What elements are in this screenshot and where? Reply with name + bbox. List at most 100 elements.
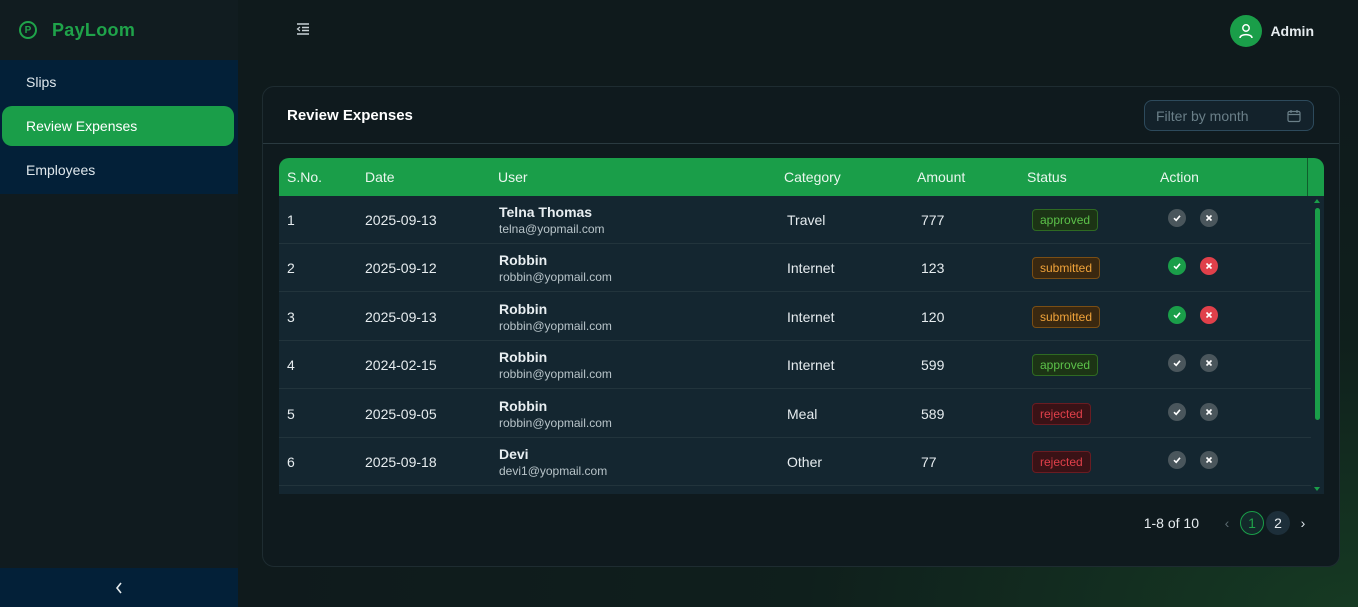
- row-sno: 3: [287, 308, 295, 325]
- row-amount: 599: [921, 357, 945, 374]
- payloom-logo-icon: P: [19, 21, 37, 39]
- row-user-name: Telna Thomas: [499, 204, 593, 220]
- table-row: 1 2025-09-13 Telna Thomas telna@yopmail.com…: [279, 196, 1311, 244]
- row-date: 2025-09-13: [365, 308, 437, 325]
- app-name: PayLoom: [52, 19, 136, 40]
- table-row: 6 2025-09-18 Devi devi1@yopmail.com Other 77 r…: [279, 438, 1311, 486]
- month-filter-input[interactable]: Filter by month: [1144, 100, 1314, 131]
- row-category: Internet: [787, 308, 835, 325]
- table-body: 1 2025-09-13 Telna Thomas telna@yopmail.com…: [279, 196, 1324, 494]
- approve-icon[interactable]: [1168, 305, 1186, 324]
- column-header-date[interactable]: Date: [365, 169, 395, 185]
- table-row: 5 2025-09-05 Robbin robbin@yopmail.com Meal 5…: [279, 390, 1311, 438]
- row-amount: 123: [921, 260, 945, 277]
- expenses-table: S.No. Date User Category Amount Status A…: [279, 158, 1324, 494]
- page-2-button[interactable]: 2: [1266, 511, 1290, 535]
- column-header-amount[interactable]: Amount: [917, 169, 965, 185]
- prev-page-icon[interactable]: ‹: [1215, 515, 1239, 531]
- row-user-name: Robbin: [499, 397, 548, 414]
- user-name: Admin: [1270, 23, 1314, 39]
- column-header-user[interactable]: User: [498, 169, 528, 185]
- column-header-category[interactable]: Category: [784, 169, 841, 185]
- row-user-email: robbin@yopmail.com: [499, 270, 612, 285]
- status-badge: submitted: [1032, 305, 1101, 328]
- row-user-name: Robbin: [499, 349, 548, 366]
- row-actions: [1168, 354, 1218, 373]
- month-filter-placeholder: Filter by month: [1156, 107, 1249, 124]
- sidebar-item-employees[interactable]: Employees: [2, 150, 234, 190]
- row-user-name: Robbin: [499, 300, 548, 317]
- column-header-sno[interactable]: S.No.: [287, 169, 322, 185]
- sidebar-collapse-button[interactable]: [0, 568, 238, 607]
- row-actions: [1168, 209, 1218, 227]
- user-menu[interactable]: Admin: [1230, 15, 1314, 47]
- header-divider: [1307, 158, 1308, 196]
- row-user-email: telna@yopmail.com: [499, 222, 605, 236]
- reject-icon[interactable]: [1200, 257, 1218, 276]
- row-amount: 120: [921, 308, 945, 325]
- approve-icon[interactable]: [1168, 451, 1186, 469]
- table-scrollbar[interactable]: [1311, 196, 1324, 494]
- status-badge: rejected: [1032, 451, 1091, 473]
- row-category: Travel: [787, 212, 826, 228]
- row-sno: 6: [287, 454, 295, 470]
- pagination-range: 1-8 of 10: [1143, 515, 1199, 531]
- sidebar: P PayLoom Slips Review Expenses Employee…: [0, 0, 238, 607]
- row-user-email: robbin@yopmail.com: [499, 415, 612, 430]
- pagination: 1-8 of 10 ‹ 1 2 ›: [1144, 511, 1315, 535]
- row-category: Internet: [787, 260, 835, 277]
- row-user-name: Robbin: [499, 252, 548, 269]
- row-amount: 589: [921, 405, 945, 422]
- menu-toggle-icon[interactable]: [296, 22, 312, 38]
- reject-icon[interactable]: [1200, 354, 1218, 373]
- row-sno: 5: [287, 405, 295, 422]
- approve-icon[interactable]: [1168, 354, 1186, 373]
- scroll-down-icon[interactable]: [1314, 487, 1320, 491]
- row-user-email: devi1@yopmail.com: [499, 464, 608, 478]
- row-actions: [1168, 402, 1218, 421]
- top-header: Admin: [238, 0, 1358, 62]
- table-row: 4 2024-02-15 Robbin robbin@yopmail.com Inter…: [279, 341, 1311, 390]
- row-sno: 4: [287, 357, 295, 374]
- app-logo[interactable]: P PayLoom: [0, 0, 238, 60]
- approve-icon[interactable]: [1168, 257, 1186, 276]
- row-amount: 777: [921, 212, 945, 228]
- page-title: Review Expenses: [287, 107, 413, 124]
- status-badge: submitted: [1032, 257, 1101, 280]
- reject-icon[interactable]: [1200, 209, 1218, 227]
- table-row: 2 2025-09-12 Robbin robbin@yopmail.com Inter…: [279, 244, 1311, 293]
- reject-icon[interactable]: [1200, 402, 1218, 421]
- column-header-status[interactable]: Status: [1027, 169, 1067, 185]
- row-amount: 77: [921, 454, 937, 470]
- row-category: Meal: [787, 405, 818, 422]
- scrollbar-thumb[interactable]: [1315, 208, 1320, 420]
- row-date: 2025-09-13: [365, 212, 437, 228]
- reject-icon[interactable]: [1200, 451, 1218, 469]
- approve-icon[interactable]: [1168, 209, 1186, 227]
- status-badge: approved: [1032, 354, 1099, 377]
- table-row: 3 2025-09-13 Robbin robbin@yopmail.com Inter…: [279, 293, 1311, 341]
- row-date: 2025-09-18: [365, 454, 437, 470]
- review-expenses-card: Review Expenses Filter by month S.No. Da…: [262, 86, 1340, 567]
- row-actions: [1168, 257, 1218, 276]
- status-badge: approved: [1032, 209, 1099, 231]
- row-sno: 1: [287, 212, 295, 228]
- approve-icon[interactable]: [1168, 402, 1186, 421]
- row-category: Internet: [787, 357, 835, 374]
- sidebar-menu: Slips Review Expenses Employees: [0, 60, 238, 194]
- status-badge: rejected: [1032, 402, 1091, 425]
- page-1-button[interactable]: 1: [1240, 511, 1264, 535]
- row-date: 2024-02-15: [365, 357, 437, 374]
- sidebar-item-slips[interactable]: Slips: [2, 62, 234, 102]
- table-header: S.No. Date User Category Amount Status A…: [279, 158, 1324, 196]
- row-date: 2025-09-12: [365, 260, 437, 277]
- row-user-name: Devi: [499, 446, 529, 462]
- reject-icon[interactable]: [1200, 305, 1218, 324]
- row-date: 2025-09-05: [365, 405, 437, 422]
- calendar-icon: [1287, 110, 1301, 123]
- next-page-icon[interactable]: ›: [1291, 515, 1315, 531]
- row-user-email: robbin@yopmail.com: [499, 367, 612, 382]
- row-actions: [1168, 451, 1218, 469]
- scroll-up-icon[interactable]: [1314, 199, 1320, 203]
- sidebar-item-review-expenses[interactable]: Review Expenses: [2, 106, 234, 146]
